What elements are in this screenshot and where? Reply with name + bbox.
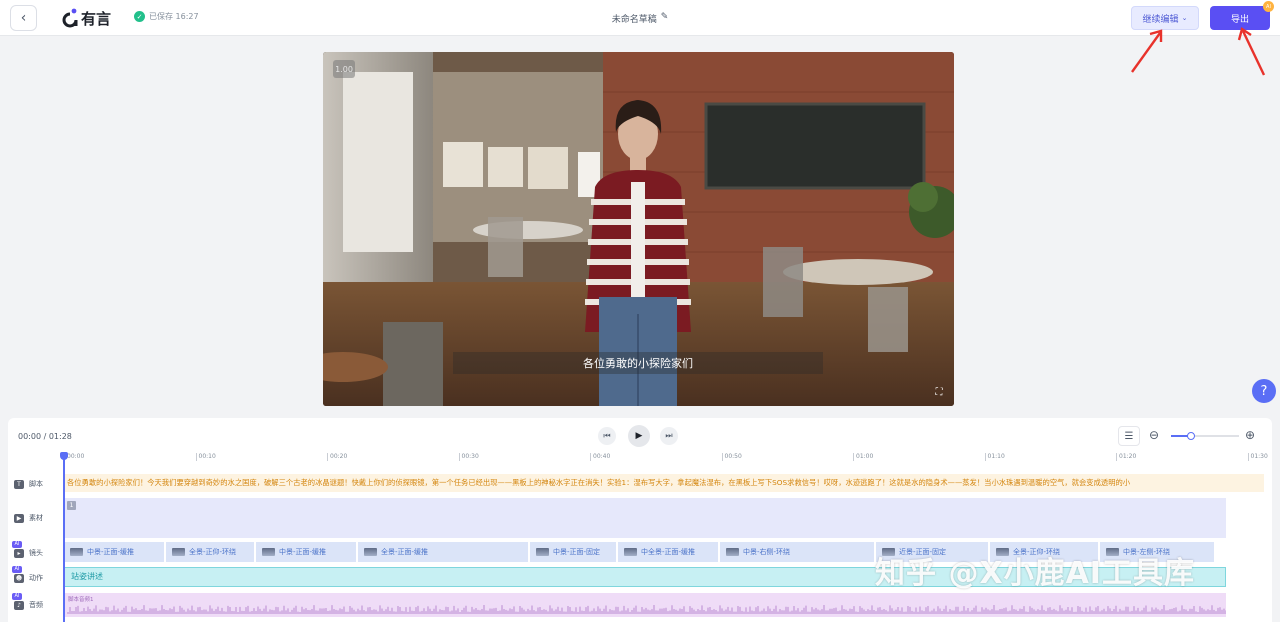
camera-segment[interactable]: 中景-右侧-环绕 xyxy=(720,542,876,562)
list-icon: ☰ xyxy=(1124,430,1134,442)
camera-thumbnail-icon xyxy=(70,548,83,556)
fullscreen-icon[interactable]: ⛶ xyxy=(933,386,945,398)
material-track[interactable]: 1 xyxy=(64,498,1226,538)
track-label-script-text: 脚本 xyxy=(29,480,43,488)
ai-tag: AI xyxy=(12,540,22,548)
ruler-tick-label: 00:20 xyxy=(327,453,347,461)
ruler-tick-label: 01:30 xyxy=(1247,453,1268,461)
playhead-handle[interactable] xyxy=(60,452,68,460)
top-bar: ‹ 有言 ✓ 已保存 16:27 未命名草稿 ✎ 继续编辑 ⌄ 导出 AI xyxy=(0,0,1280,36)
track-label-material-text: 素材 xyxy=(29,514,43,522)
ruler-tick-label: 00:40 xyxy=(590,453,610,461)
track-label-action: ☻ AI 动作 xyxy=(12,565,43,583)
camera-thumbnail-icon xyxy=(364,548,377,556)
skip-back-icon: ⏮ xyxy=(603,431,611,440)
video-track-icon: ▶ xyxy=(14,513,24,523)
camera-thumbnail-icon xyxy=(726,548,739,556)
play-button[interactable]: ▶ xyxy=(628,425,650,447)
help-icon: ? xyxy=(1260,383,1268,399)
camera-segment-label: 全景-正面-缓推 xyxy=(381,548,429,556)
watermark: 知乎 @X小鹿AI工具库 xyxy=(875,556,1195,591)
text-track-icon: T xyxy=(14,479,24,489)
ruler-tick-label: 01:00 xyxy=(853,453,873,461)
ruler-tick-label: 00:30 xyxy=(458,453,479,461)
zoom-in-icon[interactable]: ⊕ xyxy=(1245,428,1255,442)
subtitle-caption: 各位勇敢的小探险家们 xyxy=(453,352,823,374)
camera-segment[interactable]: 全景-正仰-环绕 xyxy=(166,542,256,562)
continue-edit-label: 继续编辑 xyxy=(1142,14,1179,25)
track-label-material: ▶ 素材 xyxy=(14,513,43,523)
skip-forward-icon: ⏭ xyxy=(665,431,673,440)
ruler-tick-label: 01:10 xyxy=(984,453,1005,461)
ai-badge: AI xyxy=(1263,1,1274,12)
zoom-slider-handle[interactable] xyxy=(1187,432,1196,440)
pencil-icon[interactable]: ✎ xyxy=(661,12,669,25)
video-preview[interactable]: 1.00 各位勇敢的小探险家们 ⛶ xyxy=(323,52,954,406)
time-readout: 00:00 / 01:28 xyxy=(18,432,72,441)
zoom-out-icon[interactable]: ⊖ xyxy=(1149,428,1159,442)
zoom-slider[interactable] xyxy=(1171,432,1239,440)
camera-thumbnail-icon xyxy=(536,548,549,556)
playhead[interactable] xyxy=(60,452,68,622)
camera-thumbnail-icon xyxy=(172,548,185,556)
track-label-script: T 脚本 xyxy=(14,479,43,489)
track-label-camera: ▸ AI 镜头 xyxy=(12,540,43,558)
time-ruler[interactable]: 00:00 00:10 00:20 00:30 00:40 00:50 01:00 01:10… xyxy=(64,452,1268,464)
track-label-audio: ♪ AI 音频 xyxy=(12,592,43,610)
material-clip-number: 1 xyxy=(67,501,76,510)
ruler-tick-label: 01:20 xyxy=(1116,453,1136,461)
camera-segment-label: 全景-正仰-环绕 xyxy=(189,548,237,556)
export-label: 导出 xyxy=(1230,14,1249,25)
camera-segment-label: 中景-正面-缓推 xyxy=(279,548,327,556)
figure-track-icon: ☻ AI xyxy=(12,565,24,583)
document-title[interactable]: 未命名草稿 ✎ xyxy=(0,12,1280,25)
camera-segment-label: 中景-正面-缓推 xyxy=(87,548,135,556)
camera-track-icon: ▸ AI xyxy=(12,540,24,558)
ai-tag: AI xyxy=(12,592,22,600)
track-label-audio-text: 音频 xyxy=(29,601,43,609)
track-label-camera-text: 镜头 xyxy=(29,549,43,557)
track-label-action-text: 动作 xyxy=(29,574,43,582)
camera-segment[interactable]: 中景-正面-缓推 xyxy=(64,542,166,562)
skip-forward-button[interactable]: ⏭ xyxy=(660,427,678,445)
camera-segment-label: 中景-右侧-环绕 xyxy=(743,548,791,556)
camera-segment[interactable]: 中景-正面-缓推 xyxy=(256,542,358,562)
camera-segment[interactable]: 中景-正面-固定 xyxy=(530,542,618,562)
camera-thumbnail-icon xyxy=(262,548,275,556)
audio-track[interactable]: 脚本音频1 xyxy=(64,593,1226,617)
continue-edit-button[interactable]: 继续编辑 ⌄ xyxy=(1131,6,1199,30)
camera-thumbnail-icon xyxy=(624,548,637,556)
ruler-tick-label: 00:10 xyxy=(195,453,216,461)
ruler-tick-label: 00:50 xyxy=(721,453,742,461)
camera-segment-label: 中景-正面-固定 xyxy=(553,548,601,556)
export-button[interactable]: 导出 xyxy=(1210,6,1270,30)
chevron-down-icon: ⌄ xyxy=(1181,14,1188,22)
script-track[interactable]: 各位勇敢的小探险家们！今天我们要穿越到奇妙的水之国度，破解三个古老的冰晶谜题！快… xyxy=(64,474,1264,492)
help-button[interactable]: ? xyxy=(1252,379,1276,403)
list-view-button[interactable]: ☰ xyxy=(1118,426,1140,446)
camera-segment[interactable]: 中全景-正面-缓推 xyxy=(618,542,720,562)
music-track-icon: ♪ AI xyxy=(12,592,24,610)
skip-back-button[interactable]: ⏮ xyxy=(598,427,616,445)
camera-segment[interactable]: 全景-正面-缓推 xyxy=(358,542,530,562)
audio-waveform xyxy=(67,605,1226,614)
playback-speed-badge[interactable]: 1.00 xyxy=(333,60,355,78)
play-icon: ▶ xyxy=(635,431,643,441)
document-title-text: 未命名草稿 xyxy=(611,15,657,25)
ai-tag: AI xyxy=(12,565,22,573)
camera-segment-label: 中全景-正面-缓推 xyxy=(641,548,696,556)
